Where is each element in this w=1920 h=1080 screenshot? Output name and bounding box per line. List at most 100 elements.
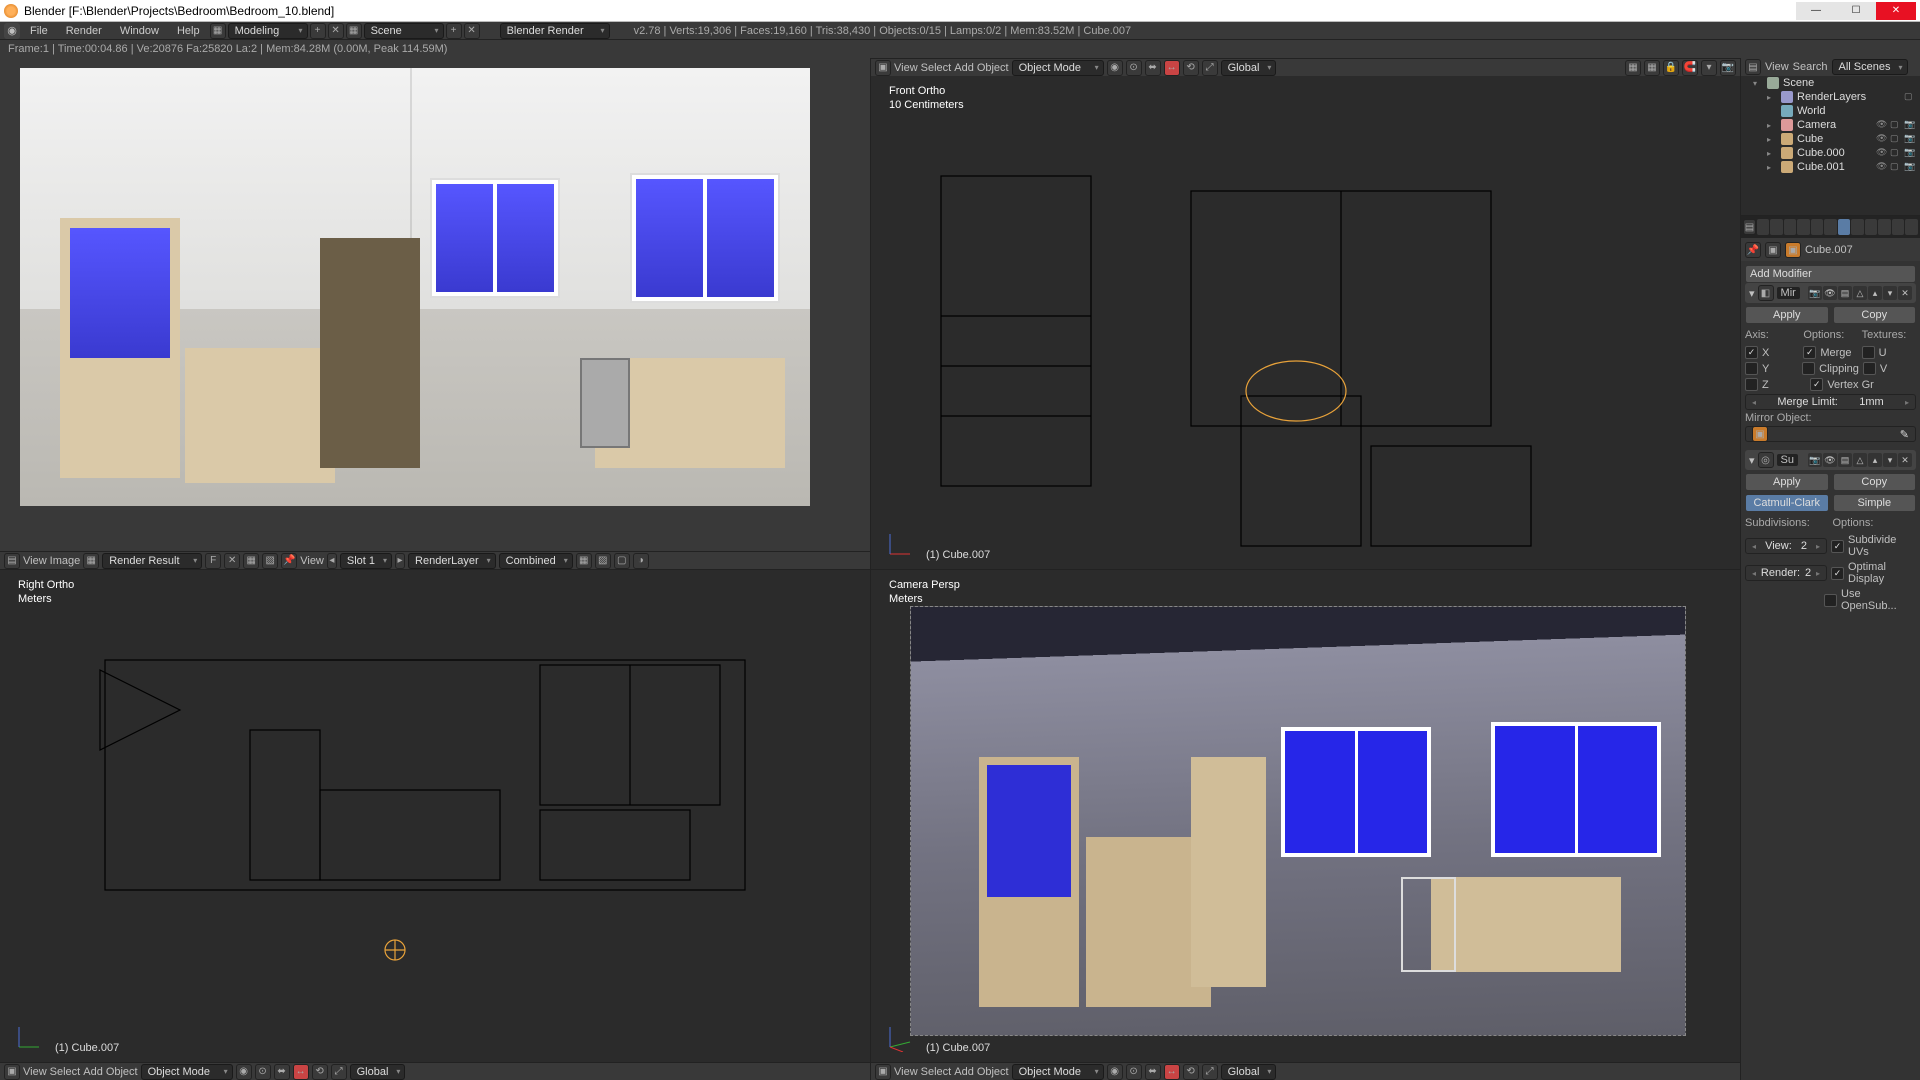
renderlayer-dropdown[interactable]: RenderLayer (408, 553, 496, 569)
v3d-menu-view[interactable]: View (894, 62, 918, 74)
v3d-menu-add[interactable]: Add (954, 62, 974, 74)
v3d-menu-add[interactable]: Add (83, 1066, 103, 1078)
v3d-menu-select[interactable]: Select (921, 1066, 952, 1078)
viewport-front-canvas[interactable]: Front Ortho10 Centimeters (1) Cube.007 (871, 76, 1740, 569)
image-unlink-button[interactable]: ✕ (224, 553, 240, 569)
v3d-menu-view[interactable]: View (23, 1066, 47, 1078)
menu-render[interactable]: Render (58, 23, 110, 39)
rotate-manipulator-icon[interactable]: ⟲ (1183, 1064, 1199, 1080)
image-browse-icon[interactable]: ▦ (83, 553, 99, 569)
image-name-dropdown[interactable]: Render Result (102, 553, 202, 569)
image-view2[interactable]: View (300, 555, 324, 567)
snap-icon[interactable]: 🧲 (1682, 60, 1698, 76)
slot-next-button[interactable]: ▸ (395, 553, 405, 569)
mode-dropdown[interactable]: Object Mode (1012, 1064, 1104, 1080)
viewport-visibility-icon[interactable]: 👁 (1823, 286, 1837, 300)
subsurf-copy-button[interactable]: Copy (1833, 473, 1917, 491)
optimal-display-checkbox[interactable]: ✓ (1831, 567, 1844, 580)
v3d-menu-object[interactable]: Object (977, 1066, 1009, 1078)
render-subdiv-field[interactable]: ◂Render:2▸ (1745, 565, 1827, 581)
orientation-dropdown[interactable]: Global (350, 1064, 406, 1080)
outliner-filter[interactable]: All Scenes (1832, 59, 1908, 75)
outliner-menu-search[interactable]: Search (1793, 61, 1828, 73)
channel-rgba-button[interactable]: ▦ (576, 553, 592, 569)
move-down-icon[interactable]: ▾ (1883, 286, 1897, 300)
menu-window[interactable]: Window (112, 23, 167, 39)
cage-icon[interactable]: △ (1853, 286, 1867, 300)
channel-alpha-button[interactable]: ▢ (614, 553, 630, 569)
subsurf-modifier-header[interactable]: ▾◎ Su 📷👁▤△▴▾✕ (1745, 450, 1916, 470)
scale-manipulator-icon[interactable]: ⤢ (1202, 60, 1218, 76)
pivot-icon[interactable]: ⊙ (1126, 1064, 1142, 1080)
merge-checkbox[interactable]: ✓ (1803, 346, 1816, 359)
scene-remove-button[interactable]: ✕ (464, 23, 480, 39)
orientation-dropdown[interactable]: Global (1221, 60, 1277, 76)
catmull-clark-button[interactable]: Catmull-Clark (1745, 494, 1829, 512)
image-pin-button[interactable]: F (205, 553, 221, 569)
mirror-object-field[interactable]: ▣✎ (1745, 426, 1916, 442)
rotate-manipulator-icon[interactable]: ⟲ (312, 1064, 328, 1080)
subsurf-name[interactable]: Su (1777, 454, 1798, 466)
tab-material[interactable] (1865, 219, 1878, 235)
shading-icon[interactable]: ◉ (1107, 60, 1123, 76)
delete-modifier-icon[interactable]: ✕ (1898, 286, 1912, 300)
scene-add-button[interactable]: + (446, 23, 462, 39)
move-down-icon[interactable]: ▾ (1883, 453, 1897, 467)
outliner[interactable]: ▾Scene ▸RenderLayers▢ World ▸Camera👁▢📷 ▸… (1741, 76, 1920, 216)
editmode-icon[interactable]: ▤ (1838, 286, 1852, 300)
v3d-menu-object[interactable]: Object (977, 62, 1009, 74)
shading-icon[interactable]: ◉ (236, 1064, 252, 1080)
render-preview-icon[interactable]: 📷 (1720, 60, 1736, 76)
subdivide-uvs-checkbox[interactable]: ✓ (1831, 540, 1844, 553)
outliner-type-icon[interactable]: ▤ (1745, 59, 1761, 75)
editor-type-icon[interactable]: ▣ (875, 1064, 891, 1080)
move-up-icon[interactable]: ▴ (1868, 286, 1882, 300)
menu-file[interactable]: File (22, 23, 56, 39)
image-browse2-icon[interactable]: ▦ (243, 553, 259, 569)
image-menu-image[interactable]: Image (50, 555, 81, 567)
merge-limit-field[interactable]: ◂Merge Limit: 1mm▸ (1745, 394, 1916, 410)
v3d-menu-select[interactable]: Select (921, 62, 952, 74)
tab-constraint[interactable] (1824, 219, 1837, 235)
outliner-item-scene[interactable]: ▾Scene (1741, 76, 1920, 90)
manipulator-toggle[interactable]: ⬌ (1145, 60, 1161, 76)
uv-edit-icon[interactable]: ▧ (262, 553, 278, 569)
orientation-dropdown[interactable]: Global (1221, 1064, 1277, 1080)
datapath-cube-icon[interactable]: ▣ (1765, 242, 1781, 258)
editmode-icon[interactable]: ▤ (1838, 453, 1852, 467)
slot-dropdown[interactable]: Slot 1 (340, 553, 392, 569)
shading-icon[interactable]: ◉ (1107, 1064, 1123, 1080)
pin-icon[interactable]: 📌 (1745, 242, 1761, 258)
outliner-item-camera[interactable]: ▸Camera👁▢📷 (1741, 118, 1920, 132)
tab-scene[interactable] (1784, 219, 1797, 235)
tab-data[interactable] (1851, 219, 1864, 235)
scale-manipulator-icon[interactable]: ⤢ (1202, 1064, 1218, 1080)
menu-help[interactable]: Help (169, 23, 208, 39)
layout-add-button[interactable]: + (310, 23, 326, 39)
datapath-mesh-icon[interactable]: ▣ (1785, 242, 1801, 258)
axis-z-checkbox[interactable] (1745, 378, 1758, 391)
outliner-item-cube000[interactable]: ▸Cube.000👁▢📷 (1741, 146, 1920, 160)
editor-type-icon[interactable]: ▣ (875, 60, 891, 76)
pivot-icon[interactable]: ⊙ (1126, 60, 1142, 76)
tab-particles[interactable] (1892, 219, 1905, 235)
translate-manipulator-icon[interactable]: ↔ (1164, 1064, 1180, 1080)
channel-rgb-button[interactable]: ▨ (595, 553, 611, 569)
editor-type-icon[interactable]: ▤ (4, 553, 20, 569)
prop-editor-type-icon[interactable]: ▤ (1743, 219, 1756, 235)
outliner-menu-view[interactable]: View (1765, 61, 1789, 73)
add-modifier-button[interactable]: Add Modifier (1745, 265, 1916, 283)
tab-texture[interactable] (1878, 219, 1891, 235)
tab-renderlayers[interactable] (1770, 219, 1783, 235)
mirror-copy-button[interactable]: Copy (1833, 306, 1917, 324)
manipulator-toggle[interactable]: ⬌ (274, 1064, 290, 1080)
editor-type-icon[interactable]: ▣ (4, 1064, 20, 1080)
cage-icon[interactable]: △ (1853, 453, 1867, 467)
maximize-button[interactable]: ☐ (1836, 2, 1876, 20)
slot-prev-button[interactable]: ◂ (327, 553, 337, 569)
axis-y-checkbox[interactable] (1745, 362, 1758, 375)
manipulator-toggle[interactable]: ⬌ (1145, 1064, 1161, 1080)
tab-object[interactable] (1811, 219, 1824, 235)
tab-render[interactable] (1757, 219, 1770, 235)
opensubdiv-checkbox[interactable] (1824, 594, 1837, 607)
